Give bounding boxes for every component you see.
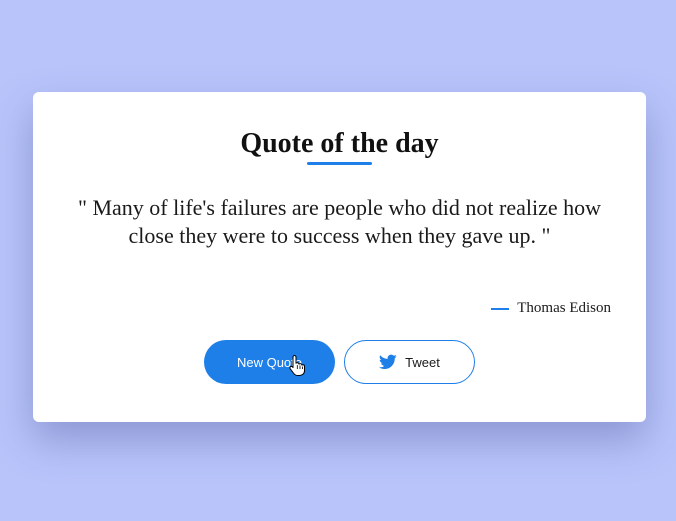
new-quote-button[interactable]: New Quote [204, 340, 335, 384]
twitter-icon [379, 354, 397, 370]
author-dash [491, 307, 510, 310]
title-underline [307, 162, 372, 165]
card-title: Quote of the day [240, 128, 439, 159]
quote-card: Quote of the day " Many of life's failur… [33, 92, 646, 422]
author-row: Thomas Edison [491, 300, 611, 317]
tweet-button[interactable]: Tweet [344, 340, 475, 384]
tweet-label: Tweet [405, 354, 440, 370]
quote-author: Thomas Edison [517, 300, 611, 316]
quote-text: " Many of life's failures are people who… [77, 195, 602, 248]
hand-pointer-icon [289, 354, 305, 376]
